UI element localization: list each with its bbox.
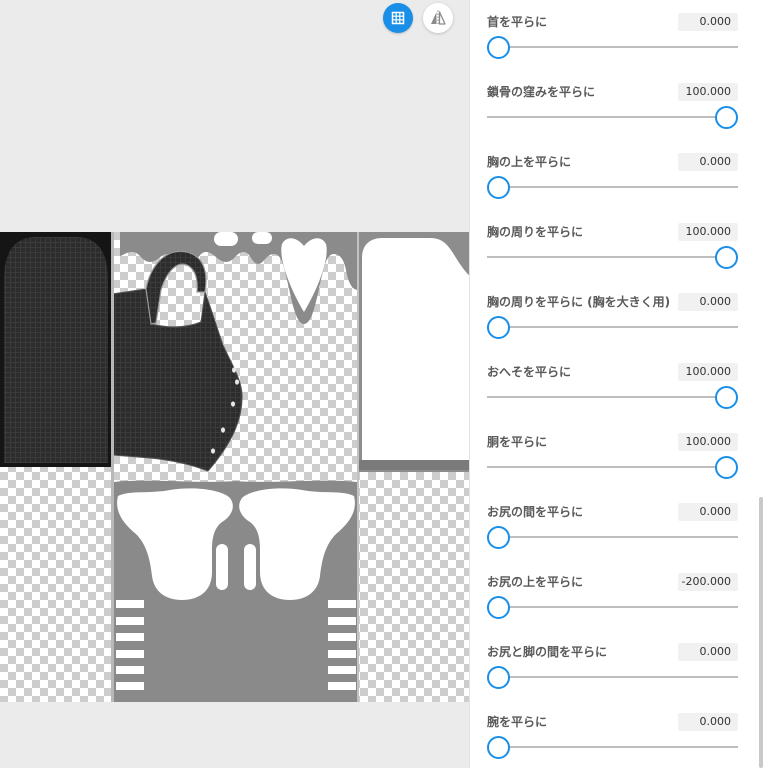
setting-slider[interactable]	[487, 315, 738, 339]
setting-slider[interactable]	[487, 175, 738, 199]
slider-thumb[interactable]	[487, 36, 510, 59]
slider-track[interactable]	[487, 116, 738, 118]
setting-slider[interactable]	[487, 105, 738, 129]
slider-track[interactable]	[487, 466, 738, 468]
slider-track[interactable]	[487, 676, 738, 678]
slider-track[interactable]	[487, 606, 738, 608]
setting-value-input[interactable]: 100.000	[678, 83, 738, 101]
uv-hip-panel	[114, 480, 357, 702]
slider-thumb[interactable]	[487, 736, 510, 759]
setting-label: 胸の周りを平らに	[487, 225, 584, 239]
mirror-icon	[429, 9, 447, 27]
slider-track[interactable]	[487, 326, 738, 328]
slider-thumb[interactable]	[715, 246, 738, 269]
setting-value-input[interactable]: -200.000	[678, 573, 738, 591]
setting-value-input[interactable]: 0.000	[678, 503, 738, 521]
setting-label: 首を平らに	[487, 15, 548, 29]
setting-row-flatten-around-chest-large: 胸の周りを平らに (胸を大きく用) 0.000	[470, 280, 768, 350]
slider-track[interactable]	[487, 256, 738, 258]
setting-label: お尻と脚の間を平らに	[487, 645, 608, 659]
setting-slider[interactable]	[487, 455, 738, 479]
setting-row-flatten-neck: 首を平らに 0.000	[470, 0, 768, 70]
setting-row-flatten-between-buttocks: お尻の間を平らに 0.000	[470, 490, 768, 560]
grid-toggle-button[interactable]	[383, 3, 413, 33]
slider-track[interactable]	[487, 746, 738, 748]
setting-label: お尻の上を平らに	[487, 575, 584, 589]
setting-slider[interactable]	[487, 595, 738, 619]
slider-thumb[interactable]	[715, 386, 738, 409]
setting-value-input[interactable]: 0.000	[678, 713, 738, 731]
setting-label: 鎖骨の窪みを平らに	[487, 85, 596, 99]
setting-value-input[interactable]: 100.000	[678, 433, 738, 451]
setting-label: おへそを平らに	[487, 365, 572, 379]
mirror-toggle-button[interactable]	[423, 3, 453, 33]
slider-track[interactable]	[487, 536, 738, 538]
panel-scrollbar-thumb[interactable]	[759, 497, 763, 768]
slider-thumb[interactable]	[487, 526, 510, 549]
setting-slider[interactable]	[487, 735, 738, 759]
setting-value-input[interactable]: 0.000	[678, 13, 738, 31]
setting-label: 胸の周りを平らに (胸を大きく用)	[487, 295, 671, 309]
setting-value-input[interactable]: 100.000	[678, 363, 738, 381]
slider-track[interactable]	[487, 46, 738, 48]
settings-list: 首を平らに 0.000 鎖骨の窪みを平らに 100.000 胸の上を平らに 0.…	[470, 0, 768, 768]
setting-row-flatten-above-buttocks: お尻の上を平らに -200.000	[470, 560, 768, 630]
setting-label: 胴を平らに	[487, 435, 548, 449]
setting-row-flatten-collarbone-hollow: 鎖骨の窪みを平らに 100.000	[470, 70, 768, 140]
slider-track[interactable]	[487, 186, 738, 188]
setting-slider[interactable]	[487, 665, 738, 689]
setting-row-flatten-between-buttocks-and-legs: お尻と脚の間を平らに 0.000	[470, 630, 768, 700]
setting-label: お尻の間を平らに	[487, 505, 584, 519]
setting-value-input[interactable]: 0.000	[678, 293, 738, 311]
setting-row-flatten-torso: 胴を平らに 100.000	[470, 420, 768, 490]
grid-icon	[391, 11, 405, 25]
setting-row-flatten-around-chest: 胸の周りを平らに 100.000	[470, 210, 768, 280]
uv-back-panel	[0, 232, 112, 467]
setting-slider[interactable]	[487, 525, 738, 549]
texture-viewer	[0, 0, 470, 768]
setting-slider[interactable]	[487, 245, 738, 269]
slider-thumb[interactable]	[487, 596, 510, 619]
setting-row-flatten-arms: 腕を平らに 0.000	[470, 700, 768, 768]
settings-panel: 首を平らに 0.000 鎖骨の窪みを平らに 100.000 胸の上を平らに 0.…	[470, 0, 768, 768]
setting-row-flatten-navel: おへそを平らに 100.000	[470, 350, 768, 420]
setting-slider[interactable]	[487, 35, 738, 59]
setting-value-input[interactable]: 0.000	[678, 643, 738, 661]
setting-value-input[interactable]: 100.000	[678, 223, 738, 241]
slider-thumb[interactable]	[487, 176, 510, 199]
slider-thumb[interactable]	[487, 316, 510, 339]
uv-texture-preview	[0, 232, 470, 702]
setting-value-input[interactable]: 0.000	[678, 153, 738, 171]
slider-thumb[interactable]	[715, 106, 738, 129]
slider-thumb[interactable]	[715, 456, 738, 479]
setting-slider[interactable]	[487, 385, 738, 409]
slider-track[interactable]	[487, 396, 738, 398]
uv-side-panel	[358, 232, 470, 472]
slider-thumb[interactable]	[487, 666, 510, 689]
setting-label: 腕を平らに	[487, 715, 548, 729]
setting-label: 胸の上を平らに	[487, 155, 572, 169]
setting-row-flatten-upper-chest: 胸の上を平らに 0.000	[470, 140, 768, 210]
